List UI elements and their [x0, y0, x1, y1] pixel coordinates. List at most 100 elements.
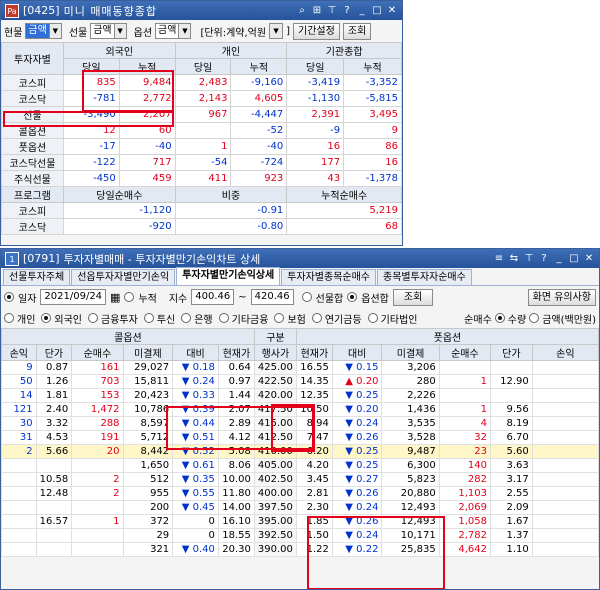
table-row[interactable]: 10.58 2 512 ▼ 0.35 10.00 402.50 3.45 ▼ 0.27 5,82… [1, 472, 599, 487]
search-icon[interactable]: ⌕ [296, 5, 308, 17]
tab-2[interactable]: 투자자별만기손익상세 [176, 267, 281, 285]
cell-value: -17 [62, 138, 120, 155]
date-input[interactable]: 2021/09/24 [40, 289, 107, 305]
put-cell: ▼ 0.20 [331, 402, 383, 417]
cell-value: 967 [174, 106, 232, 123]
minimize-icon[interactable]: _ [356, 5, 368, 17]
table-row[interactable]: 14 1.81 153 20,423 ▼ 0.33 1.44 420.00 12.35 ▼ 0.… [1, 388, 599, 403]
investor-radio[interactable] [274, 313, 285, 323]
cell-value: -9 [286, 122, 345, 139]
query-button[interactable]: 조회 [392, 288, 434, 306]
date-radio[interactable] [4, 292, 14, 302]
col-day: 당일 [174, 58, 232, 75]
investor-radio[interactable] [143, 313, 154, 323]
table-row[interactable]: 121 2.40 1,472 10,786 ▼ 0.39 2.07 417.50 10.50 ▼… [1, 402, 599, 417]
program-row[interactable]: 코스피 -1,120 -0.91 5,219 [1, 202, 402, 219]
tab-1[interactable]: 선옵투자자별만기손익 [71, 269, 176, 285]
table-row[interactable]: 1,650 ▼ 0.61 8.06 405.00 4.20 ▼ 0.25 6,300 140 3… [1, 458, 599, 473]
investor-radio[interactable] [311, 313, 322, 323]
maximize-icon[interactable]: □ [371, 5, 383, 17]
put-cell: 140 [438, 458, 492, 473]
unit-radio-a[interactable] [529, 313, 540, 323]
put-cell: 3,535 [381, 416, 440, 431]
spot-label: 현물 [4, 27, 23, 39]
spot-select[interactable]: 금액 ▼ [25, 23, 62, 39]
investor-radio[interactable] [41, 313, 52, 323]
minimize-icon[interactable]: _ [553, 253, 565, 265]
options-select[interactable]: 금액 ▼ [155, 23, 192, 39]
table-row[interactable]: 321 ▼ 0.40 20.30 390.00 1.22 ▼ 0.22 25,835 4,64… [1, 542, 599, 557]
cell-value: 2,143 [174, 90, 232, 107]
close-icon[interactable]: ✕ [583, 253, 595, 265]
unit-select[interactable]: ▼ [269, 23, 284, 39]
table-row[interactable]: 31 4.53 191 5,712 ▼ 0.51 4.12 412.50 7.47 ▼ 0.26… [1, 430, 599, 445]
tab-4[interactable]: 종목별투자자순매수 [377, 269, 472, 285]
investor-radio[interactable] [88, 313, 99, 323]
tab-3[interactable]: 투자자별종목순매수 [281, 269, 377, 285]
table-row[interactable]: 주식선물 -450 459 411 923 43 -1,378 [1, 170, 402, 187]
tab-0[interactable]: 선물투자주체 [3, 269, 71, 285]
unit-radio-q[interactable] [494, 313, 505, 323]
investor-radio[interactable] [4, 313, 14, 323]
table-row[interactable]: 코스닥 -781 2,772 2,143 4,605 -1,130 -5,815 [1, 90, 402, 107]
table-row[interactable]: 코스피 835 9,484 2,483 -9,160 -3,419 -3,352 [1, 74, 402, 91]
close-icon[interactable]: ✕ [386, 5, 398, 17]
chevron-down-icon[interactable]: ▼ [113, 24, 126, 38]
call-cell: 0.97 [217, 374, 255, 389]
table-row[interactable]: 선물 -3,490 2,207 967 -4,447 2,391 3,495 [1, 106, 402, 123]
chevron-down-icon[interactable]: ▼ [48, 24, 61, 38]
table-row[interactable]: 9 0.87 161 29,027 ▼ 0.18 0.64 425.00 16.55 ▼ 0.1… [1, 360, 599, 375]
link-icon[interactable]: ⊞ [311, 5, 323, 17]
call-cell: 15,811 [122, 374, 174, 389]
put-cell: ▼ 0.25 [331, 444, 383, 459]
pin-icon[interactable]: ⊤ [523, 253, 535, 265]
table-row[interactable]: 풋옵션 -17 -40 1 -40 16 86 [1, 138, 402, 155]
chevron-down-icon[interactable]: ▼ [270, 24, 283, 38]
call-cell: 200 [122, 500, 174, 515]
w1-titlebar[interactable]: Pa [0425] 미니 매매동향종합 ⌕ ⊞ ⊤ ? _ □ ✕ [1, 1, 402, 20]
options-sum-radio[interactable] [347, 292, 358, 302]
investor-radio[interactable] [367, 313, 378, 323]
put-cell: 3.45 [295, 472, 333, 487]
strike-cell: 425.00 [253, 360, 297, 375]
screen-notice-button[interactable]: 화면 유의사항 [527, 288, 596, 306]
call-col-header: 단가 [35, 344, 73, 361]
futures-select[interactable]: 금액 ▼ [90, 23, 127, 39]
table-row[interactable]: 12.48 2 955 ▼ 0.55 11.80 400.00 2.81 ▼ 0.26 20,8… [1, 486, 599, 501]
investor-label: 기타법인 [380, 314, 418, 326]
list-icon[interactable]: ≡ [493, 253, 505, 265]
calendar-icon[interactable]: ▦ [110, 291, 120, 304]
maximize-icon[interactable]: □ [568, 253, 580, 265]
cell-value: -5,815 [343, 90, 402, 107]
help-icon[interactable]: ? [341, 5, 353, 17]
investor-radio[interactable] [181, 313, 192, 323]
call-cell: 955 [122, 486, 174, 501]
table-row[interactable]: 29 0 18.55 392.50 1.50 ▼ 0.24 10,171 2,782 1.37 [1, 528, 599, 543]
investor-label: 은행 [194, 314, 213, 326]
table-row[interactable]: 50 1.26 703 15,811 ▼ 0.24 0.97 422.50 14.35 ▲ 0.… [1, 374, 599, 389]
futures-sum-radio[interactable] [301, 292, 312, 302]
table-row[interactable]: 콜옵션 12 60 -52 -9 9 [1, 122, 402, 139]
w2-titlebar[interactable]: 1 [0791] 투자자별매매 - 투자자별만기손익차트 상세 ≡ ⇆ ⊤ ? … [1, 249, 599, 268]
table-row[interactable]: 30 3.32 288 8,597 ▼ 0.44 2.89 415.00 8.94 ▼ 0.24… [1, 416, 599, 431]
table-row[interactable]: 16.57 1 372 0 16.10 395.00 1.85 ▼ 0.26 12,493 1,0… [1, 514, 599, 529]
period-setting-button[interactable]: 기간설정 [293, 22, 340, 40]
cell-value: -1,120 [62, 202, 176, 219]
call-cell [1, 500, 37, 515]
put-cell [490, 388, 533, 403]
investor-radio[interactable] [218, 313, 229, 323]
program-row[interactable]: 코스닥 -920 -0.80 68 [1, 218, 402, 235]
index-from-input[interactable]: 400.46 [191, 289, 235, 305]
put-cell: 5,823 [381, 472, 440, 487]
cumulative-radio[interactable] [124, 292, 135, 302]
index-to-input[interactable]: 420.46 [250, 289, 294, 305]
query-button[interactable]: 조회 [342, 22, 372, 40]
pin-icon[interactable]: ⊤ [326, 5, 338, 17]
chevron-down-icon[interactable]: ▼ [178, 24, 191, 38]
table-row[interactable]: 2 5.66 20 8,442 ▼ 0.52 5.08 410.00 6.20 ▼ 0.25 9,… [1, 444, 599, 459]
table-row[interactable]: 200 ▼ 0.45 14.00 397.50 2.30 ▼ 0.24 12,493 2,06… [1, 500, 599, 515]
table-row[interactable]: 코스닥선물 -122 717 -54 -724 177 16 [1, 154, 402, 171]
cell-value: 16 [286, 138, 345, 155]
help-icon[interactable]: ? [538, 253, 550, 265]
transfer-icon[interactable]: ⇆ [508, 253, 520, 265]
